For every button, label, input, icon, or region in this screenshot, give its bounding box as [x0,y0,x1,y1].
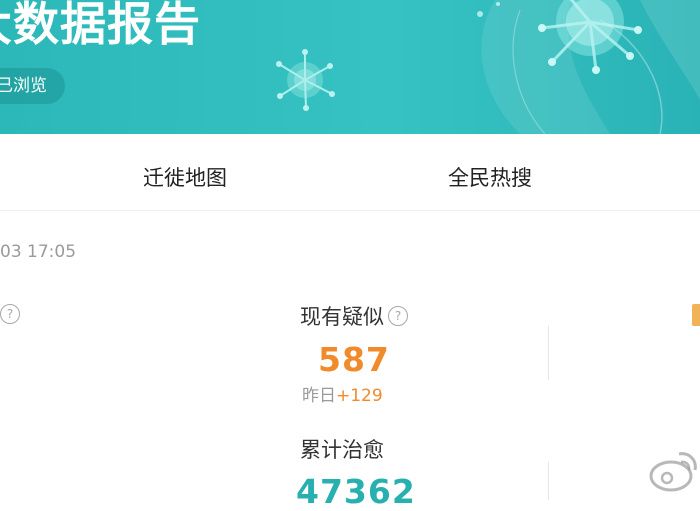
cured-count: 47362 [296,472,416,511]
views-pill: 已浏览 [0,68,65,104]
tab-migration-map[interactable]: 迁徙地图 [143,162,227,192]
weibo-watermark-icon [649,452,697,492]
virus-icon [276,49,335,111]
suspected-delta: 昨日+129 [302,381,383,406]
suspected-label: 现有疑似? [300,301,408,331]
tab-public-searches[interactable]: 全民热搜 [448,162,532,192]
suspected-count: 587 [318,340,390,379]
delta-prefix: 昨日 [302,386,336,406]
cured-label: 累计治愈 [300,438,384,462]
question-circle-icon[interactable]: ? [0,304,20,324]
divider [548,462,549,500]
divider [548,326,549,380]
report-title: 大数据报告 [0,0,201,51]
suspected-label-text: 现有疑似 [300,305,384,329]
edge-stat-mark [692,304,700,326]
update-time: 03 17:05 [0,242,77,262]
tab-bar: 迁徙地图 全民热搜 [0,134,700,211]
question-circle-icon[interactable]: ? [388,306,408,326]
report-banner: 大数据报告 已浏览 [0,0,700,134]
delta-value: +129 [336,386,383,406]
